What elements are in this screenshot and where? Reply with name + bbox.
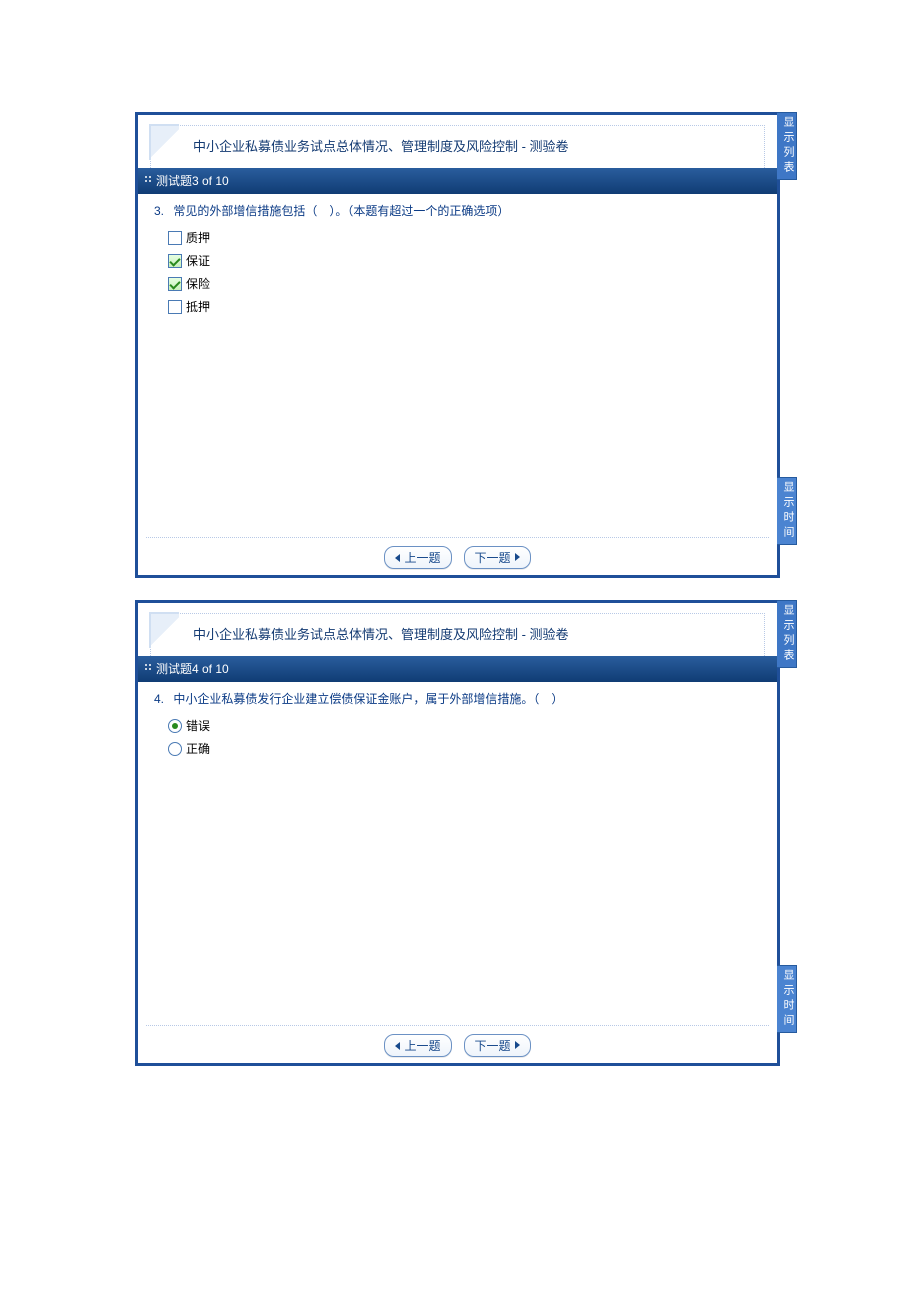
- question-area: 4. 中小企业私募债发行企业建立偿债保证金账户，属于外部增信措施。（ ） 错误正确: [138, 682, 777, 771]
- checkbox-icon[interactable]: [168, 300, 182, 314]
- option-label: 抵押: [186, 298, 210, 315]
- page-fold-icon: [149, 124, 179, 160]
- option-label: 保证: [186, 252, 210, 269]
- question-counter-bar: 测试题4 of 10: [138, 656, 777, 682]
- checkbox-icon[interactable]: [168, 254, 182, 268]
- question-body: 常见的外部增信措施包括（ ）。（本题有超过一个的正确选项）: [173, 204, 509, 218]
- triangle-right-icon: [515, 1041, 520, 1049]
- option-label: 正确: [186, 740, 210, 757]
- show-time-tab[interactable]: 显示时间: [777, 965, 797, 1033]
- next-label: 下一题: [475, 549, 511, 566]
- option-row[interactable]: 保证: [168, 252, 761, 269]
- question-area: 3. 常见的外部增信措施包括（ ）。（本题有超过一个的正确选项） 质押保证保险抵押: [138, 194, 777, 329]
- nav-footer: 上一题 下一题: [146, 537, 769, 570]
- checkbox-icon[interactable]: [168, 231, 182, 245]
- prev-label: 上一题: [404, 549, 440, 566]
- radio-icon[interactable]: [168, 719, 182, 733]
- quiz-panel: 显示列表显示时间中小企业私募债业务试点总体情况、管理制度及风险控制 - 测验卷测…: [135, 112, 780, 578]
- title-tab: 中小企业私募债业务试点总体情况、管理制度及风险控制 - 测验卷: [150, 613, 765, 656]
- checkbox-icon[interactable]: [168, 277, 182, 291]
- question-text: 3. 常见的外部增信措施包括（ ）。（本题有超过一个的正确选项）: [154, 202, 761, 221]
- option-row[interactable]: 抵押: [168, 298, 761, 315]
- triangle-right-icon: [515, 553, 520, 561]
- question-counter-bar: 测试题3 of 10: [138, 168, 777, 194]
- option-label: 错误: [186, 717, 210, 734]
- next-label: 下一题: [475, 1037, 511, 1054]
- question-number: 3.: [154, 202, 170, 221]
- triangle-left-icon: [395, 554, 400, 562]
- quiz-panel: 显示列表显示时间中小企业私募债业务试点总体情况、管理制度及风险控制 - 测验卷测…: [135, 600, 780, 1066]
- option-row[interactable]: 错误: [168, 717, 761, 734]
- show-time-tab[interactable]: 显示时间: [777, 477, 797, 545]
- question-body: 中小企业私募债发行企业建立偿债保证金账户，属于外部增信措施。（ ）: [173, 692, 563, 706]
- option-label: 保险: [186, 275, 210, 292]
- option-row[interactable]: 质押: [168, 229, 761, 246]
- show-list-tab[interactable]: 显示列表: [777, 112, 797, 180]
- quiz-title: 中小企业私募债业务试点总体情况、管理制度及风险控制 - 测验卷: [151, 126, 764, 168]
- options-group: 错误正确: [168, 717, 761, 757]
- prev-button[interactable]: 上一题: [384, 1034, 451, 1057]
- title-tab: 中小企业私募债业务试点总体情况、管理制度及风险控制 - 测验卷: [150, 125, 765, 168]
- question-text: 4. 中小企业私募债发行企业建立偿债保证金账户，属于外部增信措施。（ ）: [154, 690, 761, 709]
- prev-label: 上一题: [404, 1037, 440, 1054]
- next-button[interactable]: 下一题: [464, 546, 531, 569]
- prev-button[interactable]: 上一题: [384, 546, 451, 569]
- options-group: 质押保证保险抵押: [168, 229, 761, 315]
- option-label: 质押: [186, 229, 210, 246]
- radio-icon[interactable]: [168, 742, 182, 756]
- option-row[interactable]: 保险: [168, 275, 761, 292]
- question-number: 4.: [154, 690, 170, 709]
- quiz-title: 中小企业私募债业务试点总体情况、管理制度及风险控制 - 测验卷: [151, 614, 764, 656]
- option-row[interactable]: 正确: [168, 740, 761, 757]
- nav-footer: 上一题 下一题: [146, 1025, 769, 1058]
- page-fold-icon: [149, 612, 179, 648]
- show-list-tab[interactable]: 显示列表: [777, 600, 797, 668]
- triangle-left-icon: [395, 1042, 400, 1050]
- next-button[interactable]: 下一题: [464, 1034, 531, 1057]
